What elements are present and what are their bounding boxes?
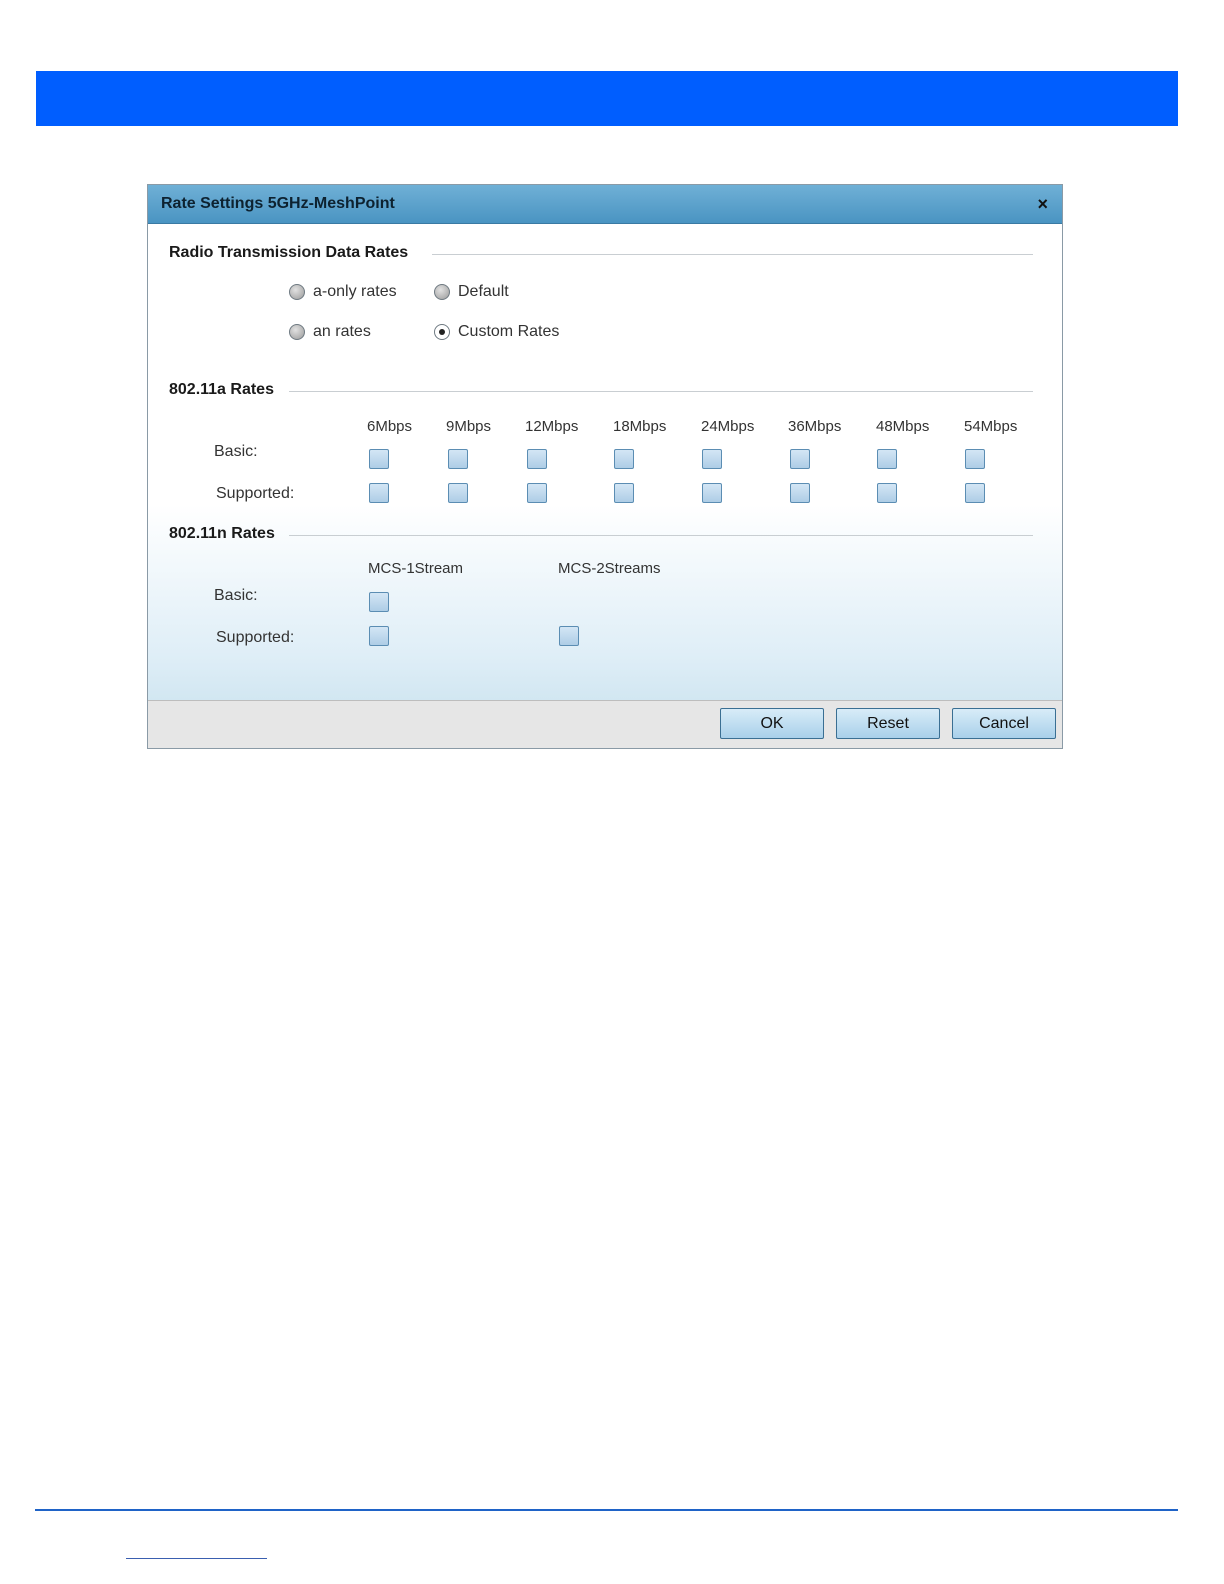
a-rate-col-12mbps: 12Mbps (525, 418, 579, 435)
a-rate-col-54mbps: 54Mbps (964, 418, 1018, 435)
radio-label: a-only rates (313, 283, 397, 300)
ok-button[interactable]: OK (720, 708, 824, 739)
a-basic-6mbps-checkbox[interactable] (369, 449, 389, 469)
radio-custom-rates[interactable]: Custom Rates (434, 323, 559, 341)
a-basic-24mbps-checkbox[interactable] (702, 449, 722, 469)
radio-button-icon (289, 284, 305, 300)
radio-label: Default (458, 283, 509, 300)
a-rate-col-24mbps: 24Mbps (701, 418, 755, 435)
a-supported-18mbps-checkbox[interactable] (614, 483, 634, 503)
rate-settings-dialog: Rate Settings 5GHz-MeshPoint × Radio Tra… (147, 184, 1063, 749)
close-icon[interactable]: × (1037, 194, 1048, 214)
radio-label: Custom Rates (458, 323, 560, 340)
footer-link-underline (126, 1558, 267, 1559)
a-rate-col-6mbps: 6Mbps (367, 418, 413, 435)
n-supported-mcs-1stream-checkbox[interactable] (369, 626, 389, 646)
a-rates-supported-label: Supported: (216, 485, 295, 502)
section-divider (289, 535, 1033, 536)
cancel-button[interactable]: Cancel (952, 708, 1056, 739)
radio-button-icon (434, 284, 450, 300)
n-rates-section-title: 802.11n Rates (169, 525, 275, 542)
a-rate-col-18mbps: 18Mbps (613, 418, 667, 435)
n-rate-col-mcs-1stream: MCS-1Stream (368, 560, 464, 577)
radio-button-selected-icon (434, 324, 450, 340)
reset-button[interactable]: Reset (836, 708, 940, 739)
section-divider (289, 391, 1033, 392)
radio-an-rates[interactable]: an rates (289, 323, 371, 341)
a-rate-col-36mbps: 36Mbps (788, 418, 842, 435)
dialog-title: Rate Settings 5GHz-MeshPoint (161, 195, 395, 212)
dialog-titlebar: Rate Settings 5GHz-MeshPoint × (148, 185, 1062, 224)
a-rate-col-48mbps: 48Mbps (876, 418, 930, 435)
radio-a-only-rates[interactable]: a-only rates (289, 283, 397, 301)
radio-default[interactable]: Default (434, 283, 509, 301)
dialog-button-bar: OK Reset Cancel (148, 700, 1062, 748)
n-rate-col-mcs-2streams: MCS-2Streams (558, 560, 661, 577)
a-basic-12mbps-checkbox[interactable] (527, 449, 547, 469)
n-supported-mcs-2streams-checkbox[interactable] (559, 626, 579, 646)
a-supported-6mbps-checkbox[interactable] (369, 483, 389, 503)
page-header-banner (36, 71, 1178, 126)
a-basic-9mbps-checkbox[interactable] (448, 449, 468, 469)
n-rates-supported-label: Supported: (216, 629, 295, 646)
n-basic-mcs-1stream-checkbox[interactable] (369, 592, 389, 612)
a-basic-54mbps-checkbox[interactable] (965, 449, 985, 469)
a-basic-36mbps-checkbox[interactable] (790, 449, 810, 469)
a-rates-basic-label: Basic: (214, 443, 258, 460)
section-divider (432, 254, 1033, 255)
a-supported-24mbps-checkbox[interactable] (702, 483, 722, 503)
a-basic-48mbps-checkbox[interactable] (877, 449, 897, 469)
a-supported-36mbps-checkbox[interactable] (790, 483, 810, 503)
a-rates-section-title: 802.11a Rates (169, 381, 274, 398)
page-footer-rule (35, 1509, 1178, 1511)
a-supported-48mbps-checkbox[interactable] (877, 483, 897, 503)
a-supported-54mbps-checkbox[interactable] (965, 483, 985, 503)
radio-button-icon (289, 324, 305, 340)
radio-label: an rates (313, 323, 371, 340)
radio-rates-section-title: Radio Transmission Data Rates (169, 244, 409, 261)
n-rates-basic-label: Basic: (214, 587, 258, 604)
a-basic-18mbps-checkbox[interactable] (614, 449, 634, 469)
a-supported-12mbps-checkbox[interactable] (527, 483, 547, 503)
a-supported-9mbps-checkbox[interactable] (448, 483, 468, 503)
a-rate-col-9mbps: 9Mbps (446, 418, 492, 435)
